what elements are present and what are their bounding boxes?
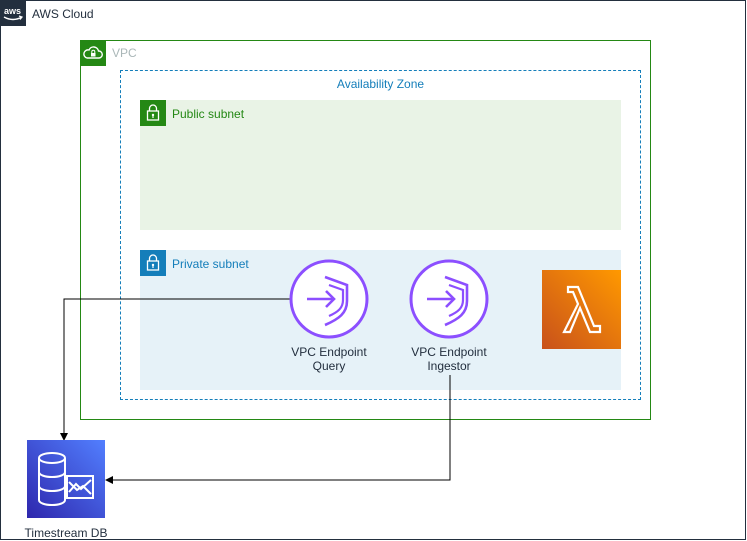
vpc-endpoint-query-label: VPC Endpoint Query	[279, 345, 379, 373]
lambda-icon[interactable]	[542, 270, 621, 349]
timestream-icon[interactable]	[27, 440, 105, 518]
vpc-endpoint-ingestor-label-line1: VPC Endpoint	[411, 345, 487, 359]
architecture-diagram: aws AWS Cloud VPC Availability Zone Publ…	[0, 0, 747, 541]
ingestor-to-timestream-connector	[105, 375, 451, 484]
vpc-endpoint-ingestor-label: VPC Endpoint Ingestor	[399, 345, 499, 373]
vpc-endpoint-ingestor-icon[interactable]	[409, 259, 489, 339]
vpc-endpoint-ingestor-label-line2: Ingestor	[427, 359, 471, 373]
vpc-endpoint-query-label-line2: Query	[312, 359, 346, 373]
connector-layer	[60, 259, 489, 484]
vpc-endpoint-query-label-line1: VPC Endpoint	[291, 345, 367, 359]
timestream-label: Timestream DB	[24, 526, 108, 540]
vpc-endpoint-query-icon[interactable]	[289, 259, 369, 339]
